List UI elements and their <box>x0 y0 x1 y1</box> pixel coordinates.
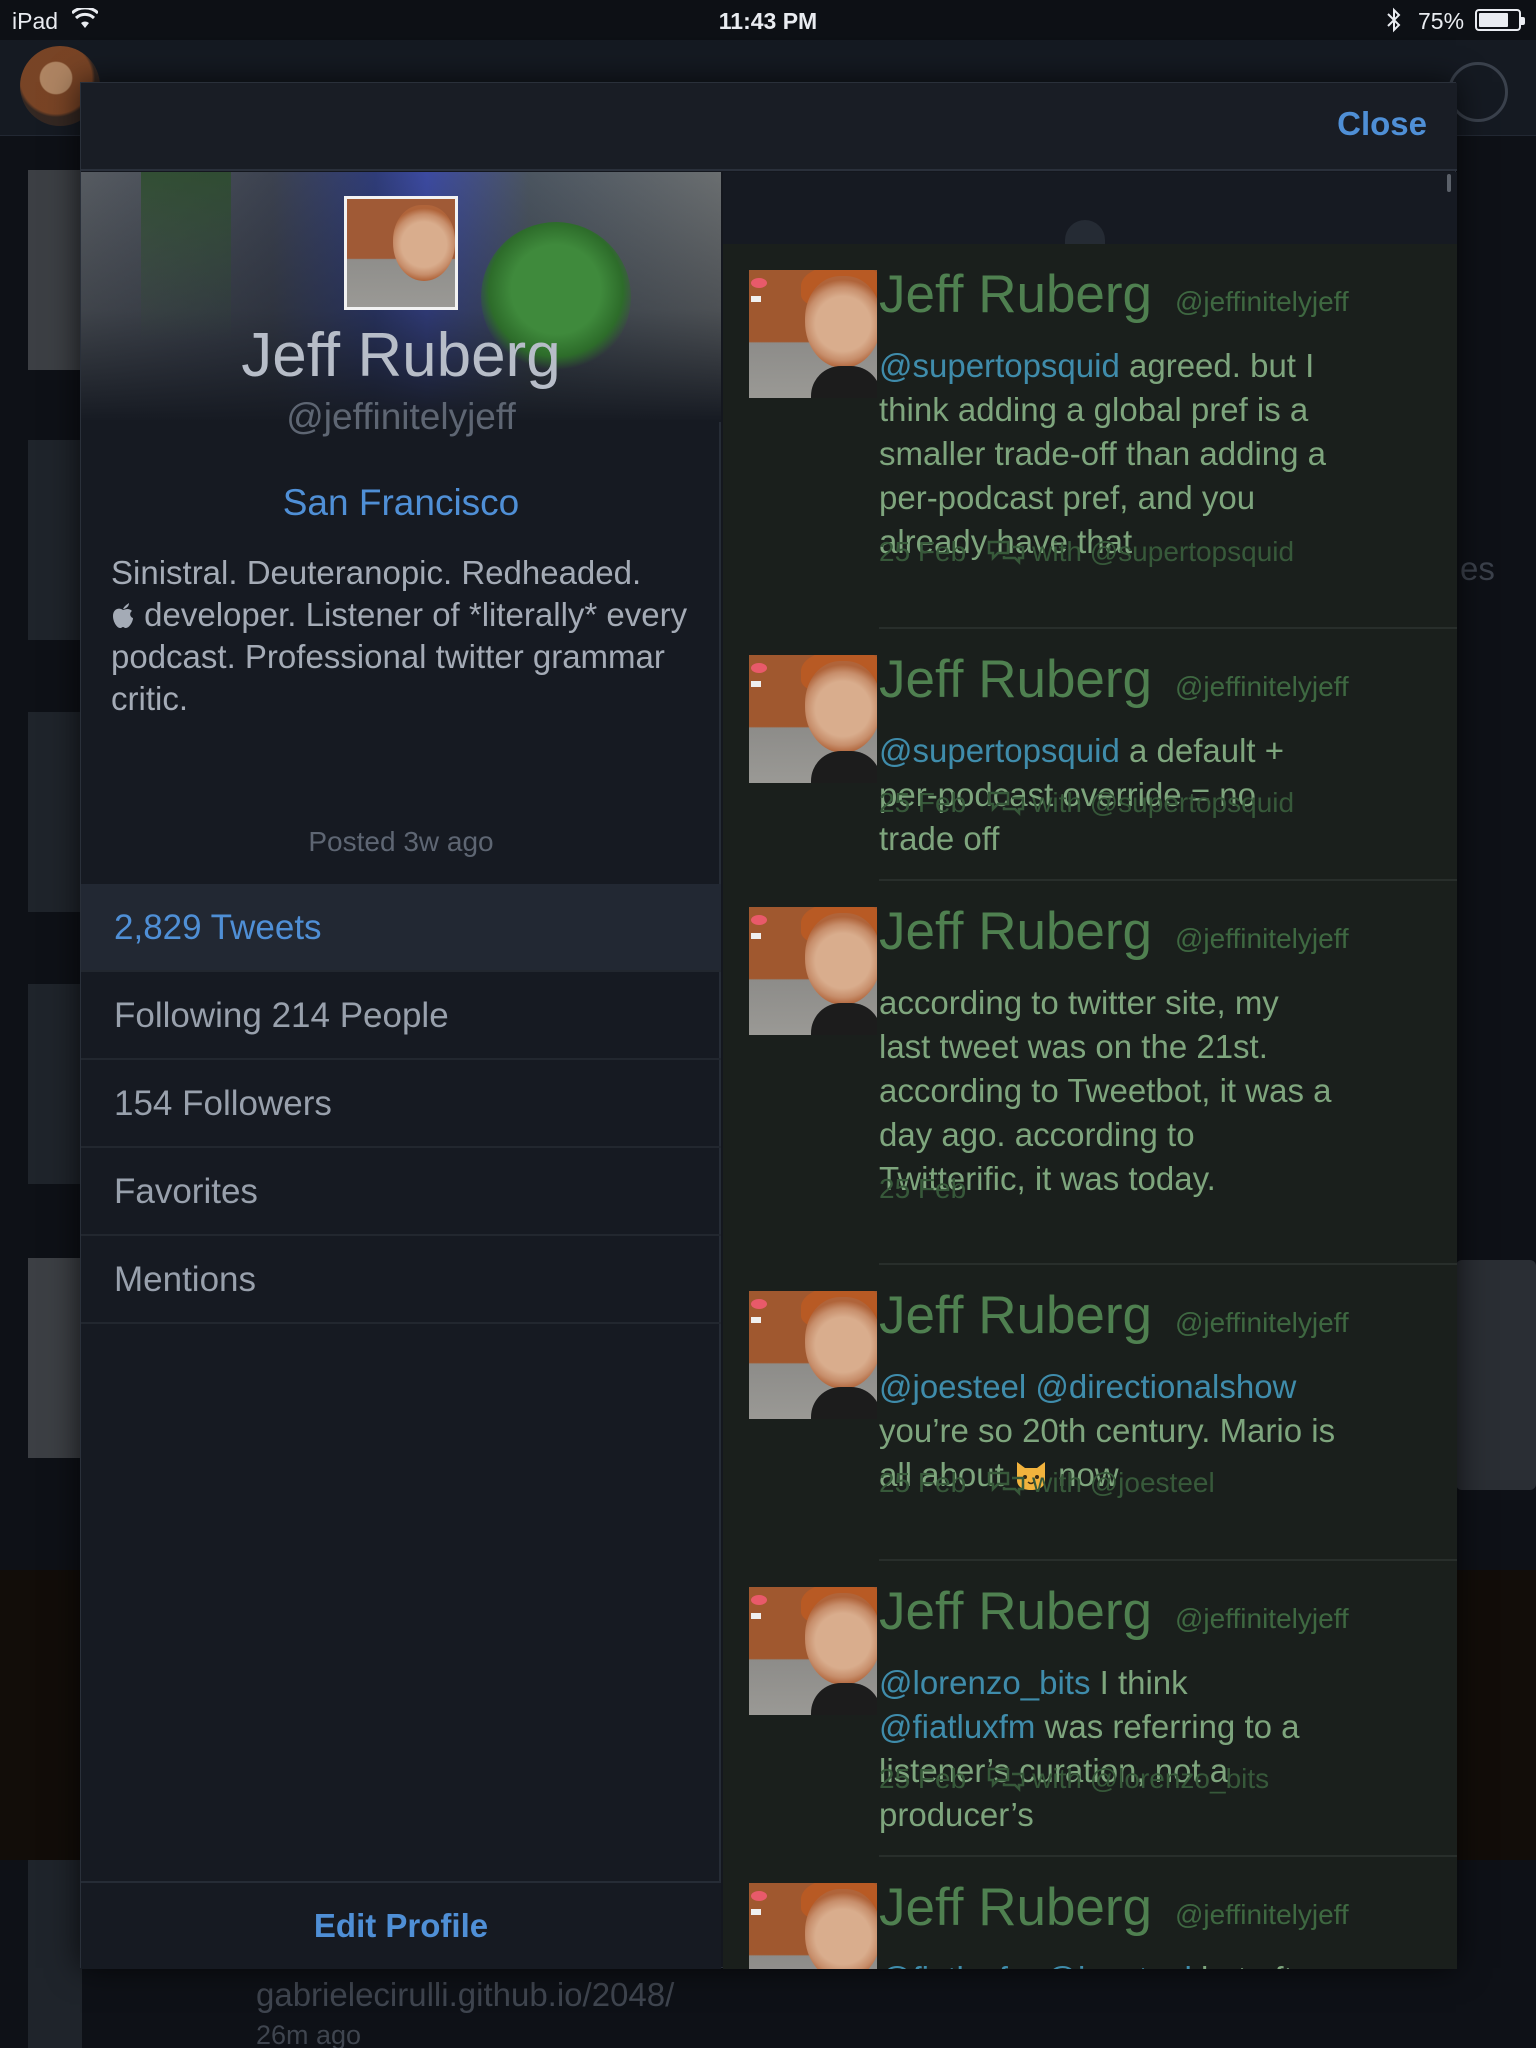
profile-header-image: Jeff Ruberg <box>81 172 721 422</box>
bluetooth-icon <box>1387 7 1401 33</box>
clock: 11:43 PM <box>718 8 818 34</box>
tweet-author-name: Jeff Ruberg <box>879 902 1153 961</box>
profile-menu: 2,829 Tweets Following 214 People 154 Fo… <box>81 884 721 1324</box>
tweet-mention[interactable]: @lorenzo_bits <box>879 1664 1090 1701</box>
tweet-date: 25 Feb <box>879 1763 967 1794</box>
bio-line: developer. Listener of *literally* every… <box>111 596 688 717</box>
background-thumbnail <box>28 1258 82 1458</box>
tweet-mention[interactable]: @joesteel <box>1045 1960 1192 1969</box>
background-thumbnail <box>28 712 82 912</box>
tweet-mention[interactable]: @supertopsquid <box>879 732 1120 769</box>
background-link: gabrielecirulli.github.io/2048/ <box>256 1976 675 2013</box>
tweet-meta: 25 Feb with @supertopsquid <box>879 787 1294 819</box>
tweet[interactable]: Jeff Ruberg @jeffinitelyjeff @supertopsq… <box>723 629 1457 881</box>
tweet-author-name: Jeff Ruberg <box>879 1286 1153 1345</box>
tweet-date: 25 Feb <box>879 1467 967 1498</box>
profile-handle: @jeffinitelyjeff <box>286 396 516 437</box>
pull-arrow-icon <box>1065 220 1105 244</box>
background-thumbnail <box>28 440 82 640</box>
tweet-author-handle: @jeffinitelyjeff <box>1175 923 1349 954</box>
tweet-mention[interactable]: @fiatluxfm <box>879 1708 1035 1745</box>
menu-item-followers[interactable]: 154 Followers <box>81 1060 721 1148</box>
conversation-icon <box>987 1471 1025 1496</box>
tweet-text: @lorenzo_bits I think @fiatluxfm was ref… <box>879 1661 1339 1837</box>
tweet-avatar[interactable] <box>749 270 877 398</box>
tweet-text: @supertopsquid agreed. but I think addin… <box>879 344 1339 564</box>
tweet-avatar[interactable] <box>749 907 877 1035</box>
apple-logo-icon <box>113 603 133 628</box>
tweet-conversation[interactable]: with @lorenzo_bits <box>1032 1763 1269 1794</box>
tweet-mention[interactable]: @supertopsquid <box>879 347 1120 384</box>
close-button[interactable]: Close <box>1337 105 1427 143</box>
tweet-mention[interactable]: @directionalshow <box>1035 1368 1296 1405</box>
background-partial-text: es <box>1460 550 1495 587</box>
tweet[interactable]: Jeff Ruberg @jeffinitelyjeff @joesteel @… <box>723 1265 1457 1561</box>
modal-header: Close <box>81 83 1457 171</box>
tweet-body: I think <box>1090 1664 1188 1701</box>
tweet-author-handle: @jeffinitelyjeff <box>1175 1899 1349 1930</box>
tweet[interactable]: Jeff Ruberg @jeffinitelyjeff @fiatluxfm … <box>723 1857 1457 1969</box>
profile-modal: Close Jeff Ruberg @jeffinitelyjeff San F… <box>80 82 1457 1969</box>
tweet-conversation[interactable]: with @supertopsquid <box>1032 536 1294 567</box>
tweet-conversation[interactable]: with @joesteel <box>1032 1467 1215 1498</box>
tweet-meta: 25 Feb <box>879 1173 966 1205</box>
tweet-avatar[interactable] <box>749 1587 877 1715</box>
battery-fill <box>1479 13 1508 27</box>
tweet-meta: 25 Feb with @joesteel <box>879 1467 1215 1499</box>
menu-item-mentions[interactable]: Mentions <box>81 1236 721 1324</box>
tweet-mention[interactable]: @joesteel <box>879 1368 1026 1405</box>
tweet[interactable]: Jeff Ruberg @jeffinitelyjeff @lorenzo_bi… <box>723 1561 1457 1857</box>
tweet-meta: 25 Feb with @lorenzo_bits <box>879 1763 1269 1795</box>
background-thumbnail <box>28 170 82 370</box>
tweet-meta: 25 Feb with @supertopsquid <box>879 536 1294 568</box>
profile-location[interactable]: San Francisco <box>81 482 721 524</box>
battery-percentage: 75% <box>1418 8 1465 34</box>
tweet-author-handle: @jeffinitelyjeff <box>1175 1603 1349 1634</box>
edit-profile-button[interactable]: Edit Profile <box>81 1907 721 1945</box>
tweet-mention[interactable]: @fiatluxfm <box>879 1960 1035 1969</box>
scroll-indicator[interactable] <box>1447 174 1451 192</box>
background-thumbnail <box>28 1850 82 2048</box>
tweet-avatar[interactable] <box>749 1883 877 1969</box>
tweet-conversation[interactable]: with @supertopsquid <box>1032 787 1294 818</box>
status-bar: iPad 11:43 PM 75% <box>0 0 1536 40</box>
compose-icon <box>1448 62 1508 122</box>
menu-item-following[interactable]: Following 214 People <box>81 972 721 1060</box>
edit-profile-bar: Edit Profile <box>81 1881 721 1969</box>
tweet-author-handle: @jeffinitelyjeff <box>1175 286 1349 317</box>
tweet-author-name: Jeff Ruberg <box>879 1582 1153 1641</box>
tweet-timeline[interactable]: Jeff Ruberg @jeffinitelyjeff @supertopsq… <box>723 172 1457 1969</box>
background-keyboard-image <box>1456 1260 1536 1490</box>
tweet-avatar[interactable] <box>749 655 877 783</box>
conversation-icon <box>987 791 1025 816</box>
tweet[interactable]: Jeff Ruberg @jeffinitelyjeff @supertopsq… <box>723 244 1457 629</box>
background-timestamp: 26m ago <box>256 2020 362 2048</box>
tweet-date: 25 Feb <box>879 1173 967 1204</box>
tweet[interactable]: Jeff Ruberg @jeffinitelyjeff according t… <box>723 881 1457 1265</box>
menu-item-favorites[interactable]: Favorites <box>81 1148 721 1236</box>
tweet-author-name: Jeff Ruberg <box>879 1878 1153 1937</box>
background-thumbnail <box>28 984 82 1184</box>
conversation-icon <box>987 1767 1025 1792</box>
posted-ago: Posted 3w ago <box>308 826 494 857</box>
tweet-avatar[interactable] <box>749 1291 877 1419</box>
profile-name: Jeff Ruberg <box>241 321 561 390</box>
bio-line: Sinistral. Deuteranopic. Redheaded. <box>111 554 642 591</box>
tweet-author-name: Jeff Ruberg <box>879 265 1153 324</box>
menu-item-tweets[interactable]: 2,829 Tweets <box>81 884 721 972</box>
tweet-date: 25 Feb <box>879 536 967 567</box>
conversation-icon <box>987 540 1025 565</box>
profile-avatar[interactable] <box>344 196 458 310</box>
tweet-author-name: Jeff Ruberg <box>879 650 1153 709</box>
tweet-text: according to twitter site, my last tweet… <box>879 984 1332 1197</box>
profile-bio: Sinistral. Deuteranopic. Redheaded. deve… <box>111 552 711 720</box>
pull-to-refresh-area <box>723 172 1457 244</box>
tweet-text: @fiatluxfm @joesteel but after a <box>879 1957 1339 1969</box>
profile-pane: Jeff Ruberg @jeffinitelyjeff San Francis… <box>81 172 721 1969</box>
tweet-author-handle: @jeffinitelyjeff <box>1175 1307 1349 1338</box>
tweet-author-handle: @jeffinitelyjeff <box>1175 671 1349 702</box>
battery-icon <box>1475 9 1525 31</box>
tweet-date: 25 Feb <box>879 787 967 818</box>
